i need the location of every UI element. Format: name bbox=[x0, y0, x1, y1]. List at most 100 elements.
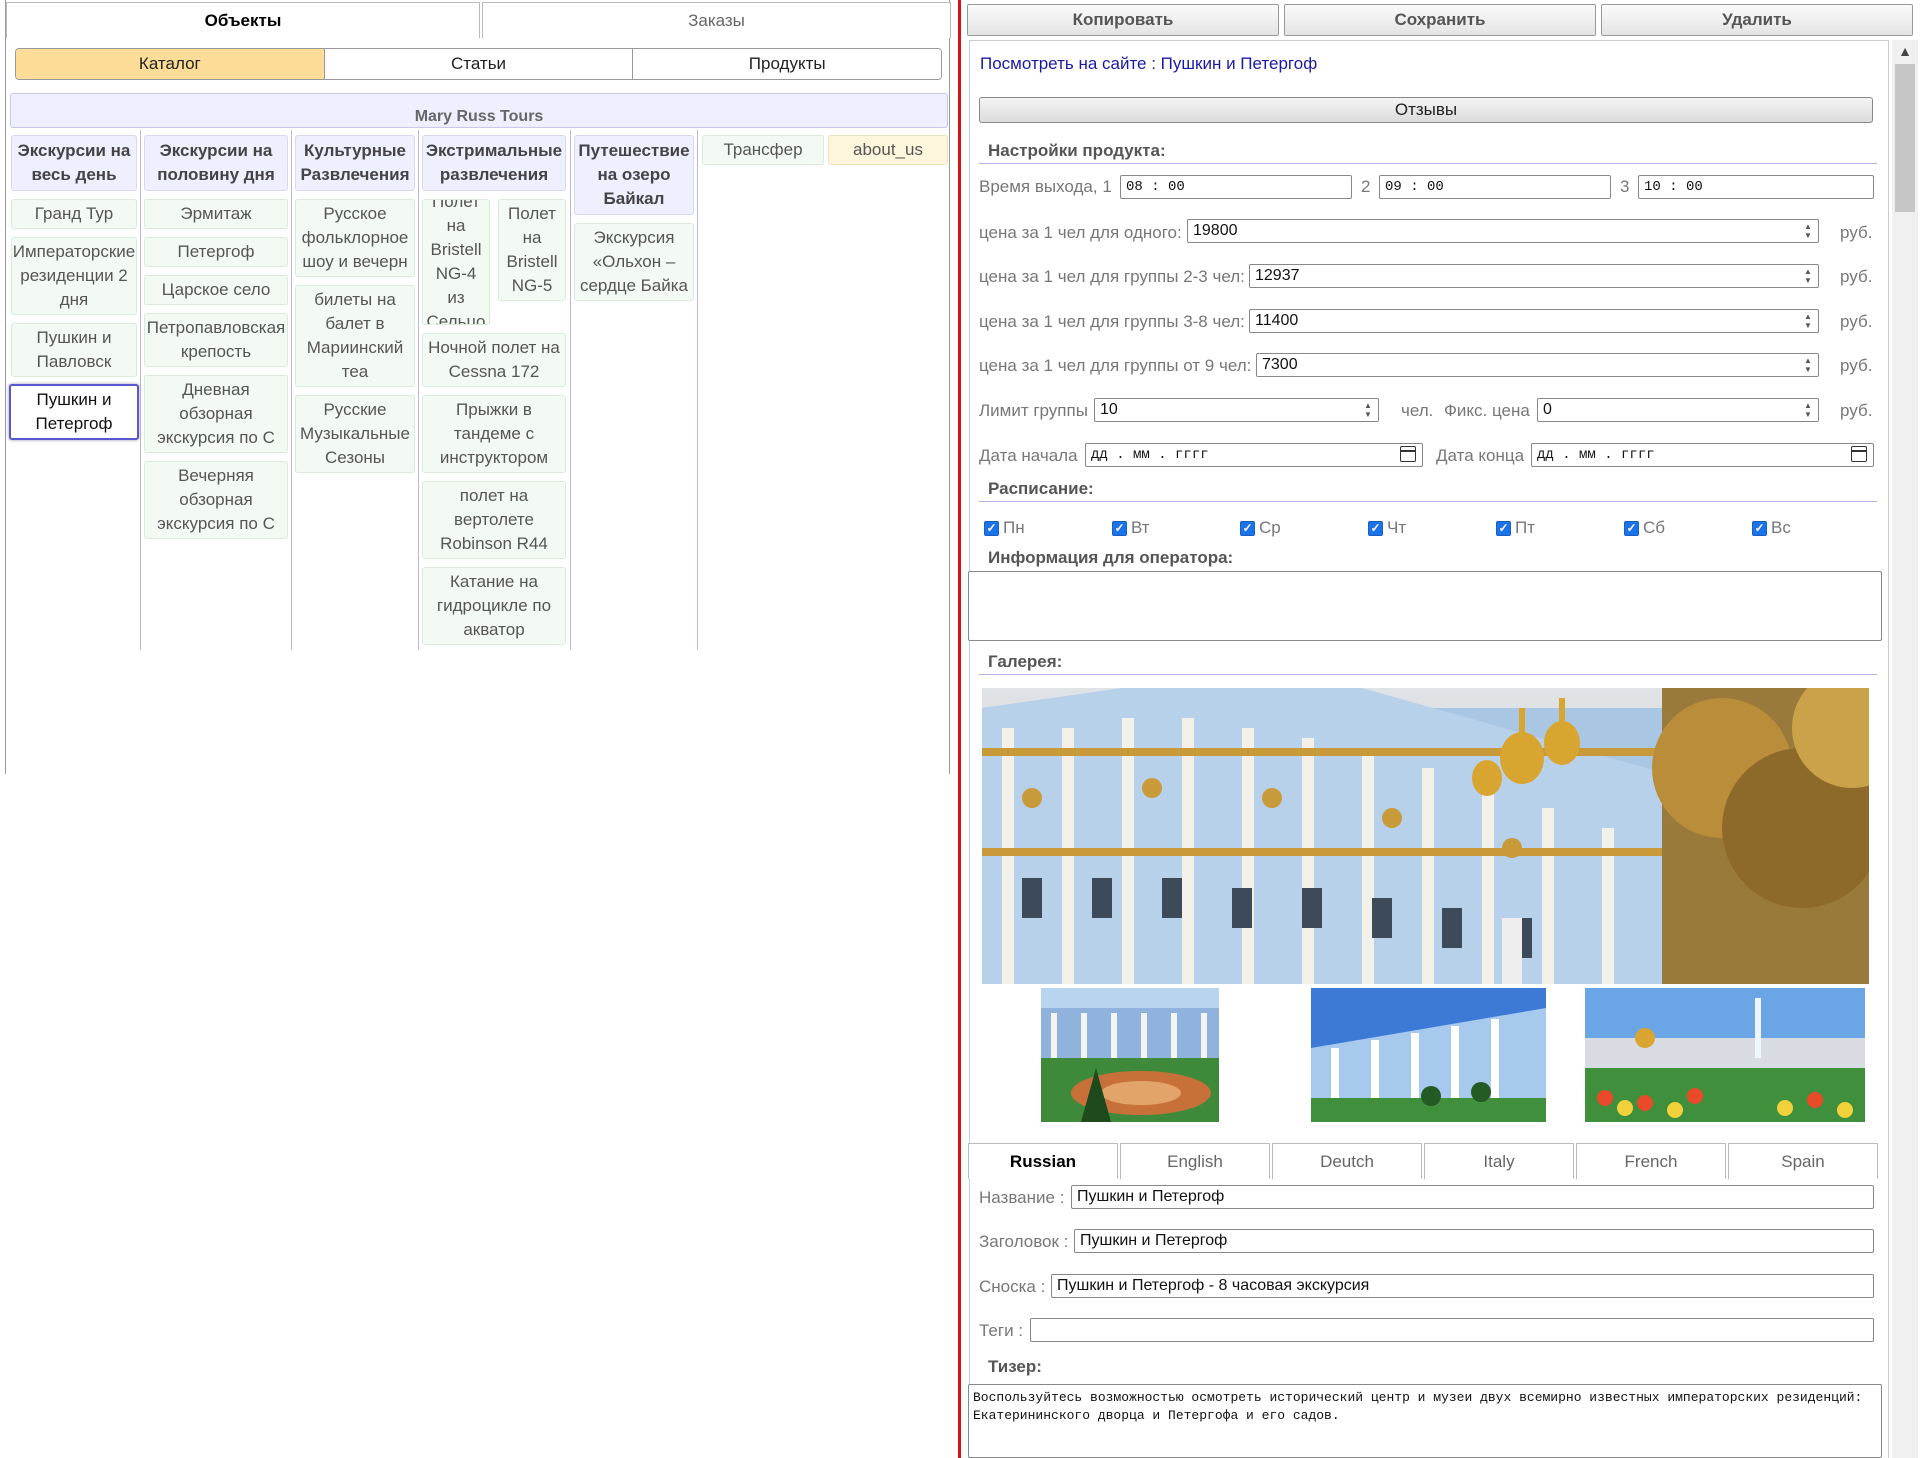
day-checkbox-wed[interactable]: ✓ Ср bbox=[1240, 518, 1281, 538]
gallery-title: Галерея: bbox=[988, 652, 1063, 671]
spinner-icon[interactable]: ▲ ▼ bbox=[1362, 401, 1374, 419]
departure-label: Время выхода, 1 bbox=[979, 177, 1112, 196]
column-divider bbox=[140, 130, 141, 650]
calendar-icon[interactable] bbox=[1400, 446, 1416, 462]
delete-button[interactable]: Удалить bbox=[1601, 4, 1913, 36]
list-item[interactable]: Дневная обзорная экскурсия по С bbox=[144, 375, 288, 453]
day-label: Вт bbox=[1131, 518, 1150, 537]
palace-garden-photo-icon bbox=[1041, 988, 1219, 1122]
tab-articles[interactable]: Статьи bbox=[324, 49, 634, 79]
operator-info-textarea[interactable] bbox=[968, 571, 1882, 641]
departure-time-2[interactable]: 09 : 00 bbox=[1379, 175, 1611, 199]
scrollbar[interactable]: ▲ bbox=[1892, 40, 1918, 1458]
day-checkbox-sat[interactable]: ✓ Сб bbox=[1624, 518, 1665, 538]
category-cultural[interactable]: Культурные Развлечения bbox=[295, 135, 415, 191]
list-item[interactable]: Ночной полет на Cessna 172 bbox=[422, 333, 566, 387]
footnote-input[interactable]: Пушкин и Петергоф - 8 часовая экскурсия bbox=[1051, 1274, 1874, 1298]
category-baikal[interactable]: Путешествие на озеро Байкал bbox=[574, 135, 694, 215]
list-item[interactable]: Императорские резиденции 2 дня bbox=[11, 237, 137, 315]
category-half-day[interactable]: Экскурсии на половину дня bbox=[144, 135, 288, 191]
calendar-icon[interactable] bbox=[1851, 446, 1867, 462]
fixed-price-input[interactable]: 0 ▲ ▼ bbox=[1537, 398, 1819, 422]
list-item[interactable]: Эрмитаж bbox=[144, 199, 288, 229]
day-checkbox-thu[interactable]: ✓ Чт bbox=[1368, 518, 1406, 538]
list-item[interactable]: билеты на балет в Мариинский теа bbox=[295, 285, 415, 387]
gallery-thumb-3[interactable] bbox=[1585, 988, 1865, 1122]
list-item[interactable]: Полет на Bristell NG-4 из Сельцо bbox=[422, 199, 490, 325]
price-9-input[interactable]: 7300 ▲ ▼ bbox=[1256, 353, 1819, 377]
category-extreme[interactable]: Экстримальные развлечения bbox=[422, 135, 566, 191]
category-about-us[interactable]: about_us bbox=[828, 135, 948, 165]
name-input[interactable]: Пушкин и Петергоф bbox=[1071, 1185, 1874, 1209]
tab-orders[interactable]: Заказы bbox=[482, 2, 951, 38]
heading-input[interactable]: Пушкин и Петергоф bbox=[1074, 1229, 1874, 1253]
tab-deutch[interactable]: Deutch bbox=[1272, 1143, 1422, 1179]
reviews-button[interactable]: Отзывы bbox=[979, 97, 1873, 123]
list-item[interactable]: Русские Музыкальные Сезоны bbox=[295, 395, 415, 473]
spinner-icon[interactable]: ▲ ▼ bbox=[1802, 267, 1814, 285]
check-icon: ✓ bbox=[1240, 520, 1255, 536]
price-3-8-value: 11400 bbox=[1255, 312, 1299, 329]
category-transfer[interactable]: Трансфер bbox=[702, 135, 824, 165]
category-full-day[interactable]: Экскурсии на весь день bbox=[11, 135, 137, 191]
spinner-icon[interactable]: ▲ ▼ bbox=[1802, 401, 1814, 419]
product-editor: Копировать Сохранить Удалить ▲ Посмотрет… bbox=[964, 0, 1920, 1458]
company-bar[interactable]: Mary Russ Tours bbox=[10, 93, 948, 128]
spinner-icon[interactable]: ▲ ▼ bbox=[1802, 356, 1814, 374]
panel-divider[interactable] bbox=[958, 0, 961, 1458]
start-date-input[interactable]: дд . мм . гггг bbox=[1085, 443, 1423, 467]
save-button[interactable]: Сохранить bbox=[1284, 4, 1596, 36]
list-item[interactable]: Петропавловская крепость bbox=[144, 313, 288, 367]
view-on-site-link[interactable]: Посмотреть на сайте : Пушкин и Петергоф bbox=[980, 54, 1317, 74]
price-9-value: 7300 bbox=[1262, 356, 1298, 373]
objects-panel: Объекты Заказы Каталог Статьи Продукты M… bbox=[5, 0, 951, 774]
list-item[interactable]: полет на вертолете Robinson R44 bbox=[422, 481, 566, 559]
tab-english[interactable]: English bbox=[1120, 1143, 1270, 1179]
tab-french[interactable]: French bbox=[1576, 1143, 1726, 1179]
list-item[interactable]: Петергоф bbox=[144, 237, 288, 267]
price-3-8-input[interactable]: 11400 ▲ ▼ bbox=[1249, 309, 1819, 333]
day-checkbox-mon[interactable]: ✓ Пн bbox=[984, 518, 1025, 538]
heading-label: Заголовок : bbox=[979, 1232, 1069, 1251]
tags-input[interactable] bbox=[1030, 1318, 1874, 1342]
end-date-input[interactable]: дд . мм . гггг bbox=[1531, 443, 1874, 467]
teaser-title: Тизер: bbox=[988, 1357, 1042, 1376]
gallery-thumb-2[interactable] bbox=[1311, 988, 1546, 1122]
column-divider bbox=[418, 130, 419, 650]
tab-products[interactable]: Продукты bbox=[633, 49, 941, 79]
price-2-3-input[interactable]: 12937 ▲ ▼ bbox=[1249, 264, 1819, 288]
gallery-main-image[interactable] bbox=[982, 688, 1869, 984]
gallery-thumb-1[interactable] bbox=[1041, 988, 1219, 1122]
day-checkbox-sun[interactable]: ✓ Вс bbox=[1752, 518, 1791, 538]
group-limit-input[interactable]: 10 ▲ ▼ bbox=[1094, 398, 1379, 422]
departure-time-3[interactable]: 10 : 00 bbox=[1638, 175, 1874, 199]
list-item[interactable]: Вечерняя обзорная экскурсия по С bbox=[144, 461, 288, 539]
day-checkbox-fri[interactable]: ✓ Пт bbox=[1496, 518, 1535, 538]
spinner-icon[interactable]: ▲ ▼ bbox=[1802, 312, 1814, 330]
day-label: Сб bbox=[1643, 518, 1666, 537]
spinner-icon[interactable]: ▲ ▼ bbox=[1802, 222, 1814, 240]
teaser-textarea[interactable]: Воспользуйтесь возможностью осмотреть ис… bbox=[968, 1384, 1882, 1458]
list-item[interactable]: Пушкин и Павловск bbox=[11, 323, 137, 377]
list-item[interactable]: Русское фольклорное шоу и вечерн bbox=[295, 199, 415, 277]
list-item[interactable]: Экскурсия «Ольхон – сердце Байка bbox=[574, 223, 694, 301]
scroll-thumb[interactable] bbox=[1895, 64, 1915, 212]
tab-italy[interactable]: Italy bbox=[1424, 1143, 1574, 1179]
list-item[interactable]: Полет на Bristell NG-5 bbox=[498, 199, 566, 301]
scroll-up-icon[interactable]: ▲ bbox=[1892, 40, 1918, 62]
list-item[interactable]: Прыжки в тандеме с инструктором bbox=[422, 395, 566, 473]
list-item-selected[interactable]: Пушкин и Петергоф bbox=[9, 384, 139, 440]
tab-objects[interactable]: Объекты bbox=[6, 2, 480, 38]
tab-spain[interactable]: Spain bbox=[1728, 1143, 1878, 1179]
list-item[interactable]: Царское село bbox=[144, 275, 288, 305]
tab-russian[interactable]: Russian bbox=[968, 1143, 1118, 1179]
departure-time-1[interactable]: 08 : 00 bbox=[1120, 175, 1352, 199]
check-icon: ✓ bbox=[1624, 520, 1639, 536]
currency-label: руб. bbox=[1840, 223, 1873, 242]
day-checkbox-tue[interactable]: ✓ Вт bbox=[1112, 518, 1150, 538]
price-single-input[interactable]: 19800 ▲ ▼ bbox=[1187, 219, 1819, 243]
tab-catalog[interactable]: Каталог bbox=[16, 49, 325, 79]
copy-button[interactable]: Копировать bbox=[967, 4, 1279, 36]
list-item[interactable]: Катание на гидроцикле по акватор bbox=[422, 567, 566, 645]
list-item[interactable]: Гранд Тур bbox=[11, 199, 137, 229]
